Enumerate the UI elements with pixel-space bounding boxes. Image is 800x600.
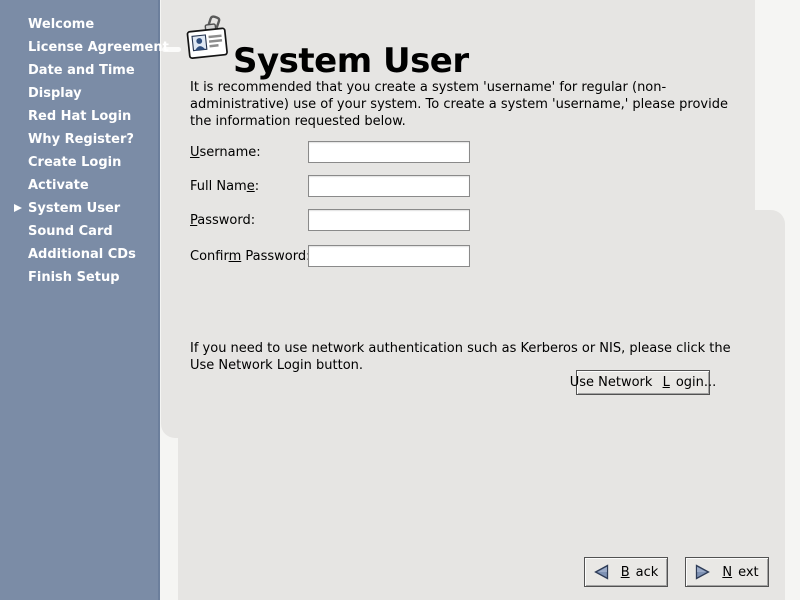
sidebar-item-label: Display [28,86,82,101]
sidebar-item-license-agreement[interactable]: License Agreement [0,36,158,59]
sidebar-item-date-and-time[interactable]: Date and Time [0,59,158,82]
sidebar-item-system-user[interactable]: System User [0,197,158,220]
id-badge-icon [184,13,230,63]
sidebar-item-label: Activate [28,178,89,193]
sidebar-item-label: Finish Setup [28,270,120,285]
content-panel-lower [178,210,785,600]
full-name-row: Full Name: [190,175,490,197]
page-title: System User [233,41,469,81]
full-name-label: Full Name: [190,176,259,198]
confirm-password-row: Confirm Password: [190,245,490,267]
password-row: Password: [190,209,490,231]
sidebar-item-create-login[interactable]: Create Login [0,151,158,174]
sidebar-item-activate[interactable]: Activate [0,174,158,197]
sidebar-item-finish-setup[interactable]: Finish Setup [0,266,158,289]
confirm-password-label: Confirm Password: [190,246,310,268]
next-button[interactable]: Next [685,557,769,587]
sidebar-item-label: Create Login [28,155,121,170]
sidebar-item-label: Additional CDs [28,247,136,262]
confirm-password-input[interactable] [308,245,470,267]
sidebar-item-label: Why Register? [28,132,134,147]
username-row: Username: [190,141,490,163]
sidebar-item-label: Red Hat Login [28,109,131,124]
sidebar-item-label: Sound Card [28,224,113,239]
password-label: Password: [190,210,255,232]
sidebar-item-label: Date and Time [28,63,135,78]
username-input[interactable] [308,141,470,163]
sidebar-item-additional-cds[interactable]: Additional CDs [0,243,158,266]
sidebar-item-why-register[interactable]: Why Register? [0,128,158,151]
network-note-text: If you need to use network authenticatio… [190,340,750,374]
sidebar-item-display[interactable]: Display [0,82,158,105]
full-name-input[interactable] [308,175,470,197]
sidebar-item-label: Welcome [28,17,94,32]
firstboot-window: Welcome License Agreement Date and Time … [0,0,800,600]
sidebar-item-sound-card[interactable]: Sound Card [0,220,158,243]
step-list: Welcome License Agreement Date and Time … [0,0,158,289]
username-label: Username: [190,142,261,164]
back-button[interactable]: Back [584,557,668,587]
sidebar-item-red-hat-login[interactable]: Red Hat Login [0,105,158,128]
intro-text: It is recommended that you create a syst… [190,79,750,130]
sidebar: Welcome License Agreement Date and Time … [0,0,160,600]
password-input[interactable] [308,209,470,231]
current-step-arrow-icon [14,204,22,212]
next-arrow-icon [695,564,710,580]
back-arrow-icon [594,564,609,580]
sidebar-item-welcome[interactable]: Welcome [0,13,158,36]
sidebar-item-label: License Agreement [28,40,169,55]
use-network-login-button[interactable]: Use Network Login... [576,370,710,395]
sidebar-item-label: System User [28,201,120,216]
